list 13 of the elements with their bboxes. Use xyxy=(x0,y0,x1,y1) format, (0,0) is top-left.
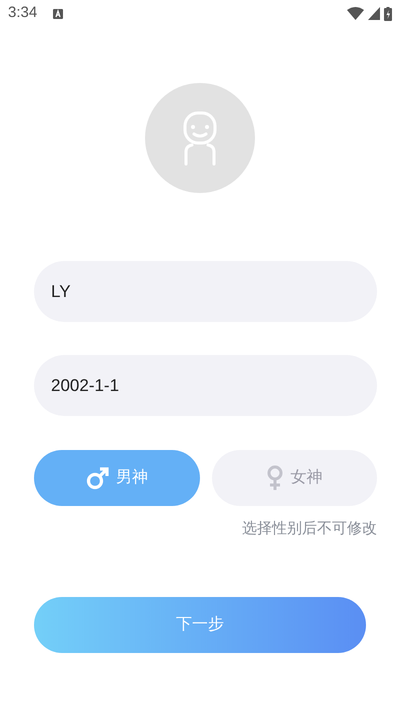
signal-icon xyxy=(368,7,380,20)
birthdate-field[interactable]: 2002-1-1 xyxy=(34,355,377,416)
battery-icon xyxy=(384,6,392,20)
female-symbol-icon xyxy=(266,465,284,491)
male-option[interactable]: 男神 xyxy=(34,450,200,506)
status-time: 3:34 xyxy=(8,3,38,24)
gender-hint-text: 选择性别后不可修改 xyxy=(242,519,377,539)
notification-icon xyxy=(53,8,64,18)
wifi-icon xyxy=(347,7,364,20)
male-symbol-icon xyxy=(86,466,110,490)
name-field[interactable]: LY xyxy=(34,261,377,322)
next-button[interactable]: 下一步 xyxy=(34,596,366,652)
female-option[interactable]: 女神 xyxy=(212,450,377,506)
